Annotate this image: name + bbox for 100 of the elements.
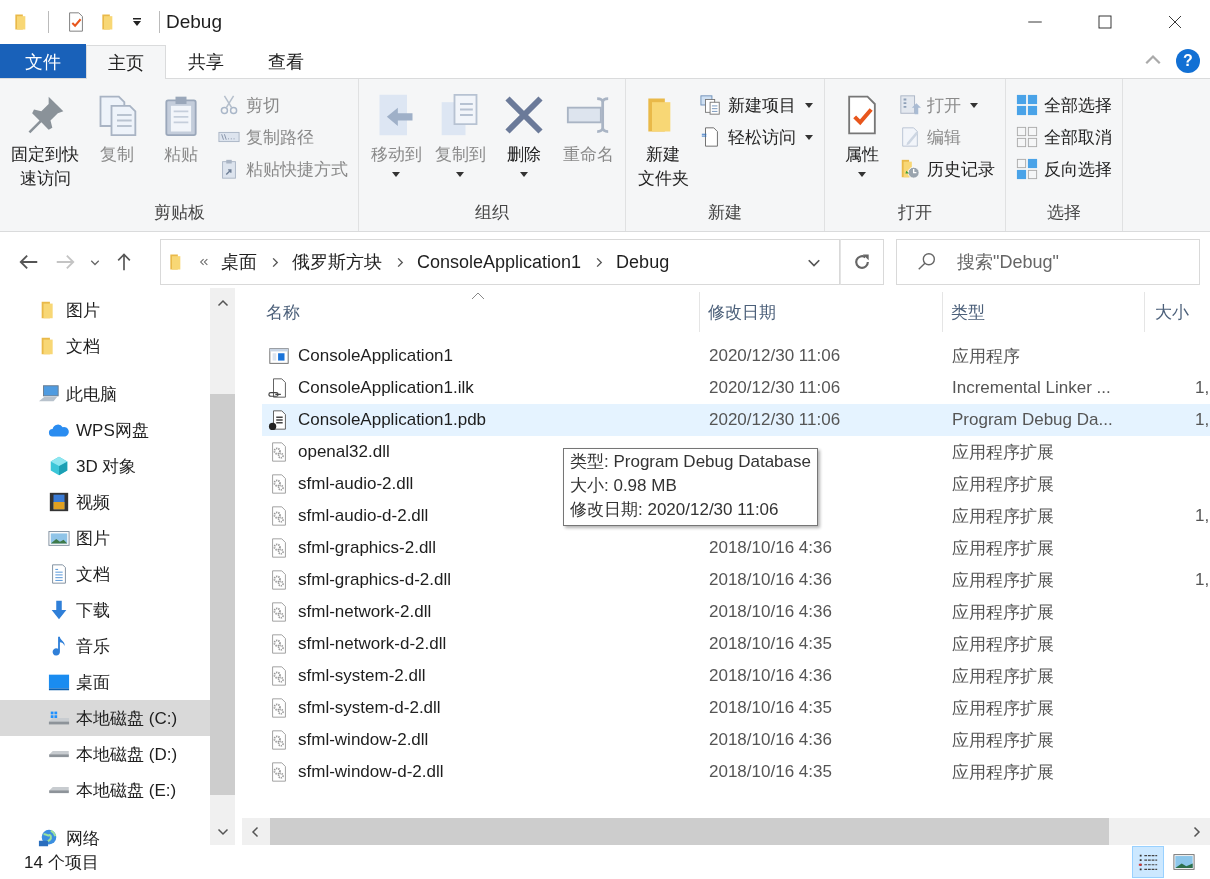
scrollbar-thumb[interactable] (210, 394, 235, 795)
date-cell: 2018/10/16 4:36 (709, 570, 832, 590)
column-header[interactable]: 修改日期 (700, 292, 943, 332)
breadcrumb[interactable]: Debug (616, 251, 670, 273)
type-cell-text: 应用程序扩展 (952, 601, 1054, 624)
caret-icon (131, 16, 143, 28)
ribbon-button[interactable]: 固定到快 速访问 (6, 85, 84, 193)
size-cell: 1, (1195, 506, 1210, 526)
view-button[interactable] (1132, 846, 1164, 878)
ribbon-button[interactable]: 全部取消 (1012, 121, 1116, 153)
file-name[interactable]: ConsoleApplication1.ilk (298, 378, 474, 398)
nav-item[interactable]: WPS网盘 (0, 412, 210, 448)
ribbon-button[interactable]: 删除 (493, 85, 555, 181)
breadcrumb[interactable]: ConsoleApplication1 (417, 251, 582, 273)
address-bar[interactable]: 桌面 俄罗斯方块 ConsoleApplication1 Debug (160, 239, 840, 285)
type-cell-text: 应用程序扩展 (952, 633, 1054, 656)
type-cell: Incremental Linker ... (952, 378, 1111, 398)
ribbon-button[interactable]: 反向选择 (1012, 153, 1116, 185)
group-label: 组织 (474, 202, 510, 224)
nav-item[interactable]: 下载 (0, 592, 210, 628)
ribbon-button[interactable]: 新建项目 (696, 89, 818, 121)
nav-item[interactable]: 视频 (0, 484, 210, 520)
file-name[interactable]: sfml-network-2.dll (298, 602, 432, 622)
ribbon-tab[interactable]: 主页 (86, 45, 166, 79)
nav-item[interactable]: 本地磁盘 (C:) (0, 700, 210, 736)
ribbon-tab[interactable]: 查看 (246, 44, 326, 78)
window-icon (268, 345, 290, 367)
breadcrumb[interactable]: 桌面 (221, 250, 257, 274)
nav-item[interactable]: 音乐 (0, 628, 210, 664)
date-cell: 2018/10/16 4:35 (709, 698, 832, 718)
nav-item[interactable]: 文档 (0, 556, 210, 592)
ribbon-tab[interactable]: 共享 (166, 44, 246, 78)
refresh-button[interactable] (840, 239, 884, 285)
column-header[interactable]: 大小 (1145, 292, 1210, 332)
type-cell-text: 应用程序扩展 (952, 473, 1054, 496)
chevron-down-icon[interactable] (90, 257, 100, 267)
column-header[interactable]: 名称 (242, 292, 700, 332)
refresh-icon (852, 252, 872, 272)
ribbon-button[interactable]: 全部选择 (1012, 89, 1116, 121)
file-name[interactable]: openal32.dll (298, 442, 390, 462)
help-button[interactable]: ? (1176, 49, 1200, 73)
history-icon (899, 158, 921, 180)
nav-item[interactable]: 3D 对象 (0, 448, 210, 484)
ribbon-button[interactable]: 属性 (831, 85, 893, 181)
file-name[interactable]: sfml-system-2.dll (298, 666, 426, 686)
drive-icon (48, 786, 70, 794)
nav-item[interactable]: 此电脑 (0, 376, 210, 412)
type-cell-text: 应用程序扩展 (952, 697, 1054, 720)
file-name[interactable]: ConsoleApplication1 (298, 346, 453, 366)
date-cell: 2018/10/16 4:35 (709, 634, 832, 654)
type-cell: Program Debug Da... (952, 410, 1113, 430)
close-icon[interactable] (1166, 13, 1184, 31)
file-menu-tab[interactable]: 文件 (0, 44, 86, 78)
group-label: 新建 (707, 202, 743, 224)
type-cell-text: 应用程序扩展 (952, 729, 1054, 752)
maximize-icon[interactable] (1096, 13, 1114, 31)
new-item-icon (700, 94, 722, 116)
group-label: 打开 (897, 202, 933, 224)
ribbon-button[interactable]: 历史记录 (895, 153, 999, 185)
file-name[interactable]: ConsoleApplication1.pdb (298, 410, 487, 430)
file-name[interactable]: sfml-network-d-2.dll (298, 634, 447, 654)
date-cell: 2018/10/16 4:36 (709, 602, 832, 622)
group-label: 剪贴板 (152, 202, 206, 224)
date-cell: 2018/10/16 4:36 (709, 730, 832, 750)
nav-item[interactable]: 图片 (0, 520, 210, 556)
file-name[interactable]: sfml-window-2.dll (298, 730, 429, 750)
file-name[interactable]: sfml-audio-2.dll (298, 474, 414, 494)
tooltip-line: 修改日期: 2020/12/30 11:06 (570, 499, 780, 521)
search-icon (916, 251, 938, 273)
scrollbar-thumb[interactable] (270, 818, 1109, 845)
search-field[interactable]: 搜索"Debug" (896, 239, 1200, 285)
nav-item[interactable]: 本地磁盘 (E:) (0, 772, 210, 808)
size-cell: 1, (1195, 410, 1210, 430)
type-cell-text: 应用程序扩展 (952, 665, 1054, 688)
selected-row[interactable]: ConsoleApplication1.pdb 2020/12/30 11:06 Program Debug Da... 1, (262, 404, 1210, 436)
column-header[interactable]: 类型 (943, 292, 1145, 332)
file-name[interactable]: sfml-graphics-2.dll (298, 538, 436, 558)
large-icons-view-icon (1173, 851, 1195, 873)
grid-icon (1016, 94, 1038, 116)
item-count: 14 个项目 (24, 851, 99, 874)
double-chevron-left-icon (199, 257, 209, 267)
grid-icon (1016, 126, 1038, 148)
type-cell-text: 应用程序扩展 (952, 761, 1054, 784)
ribbon-button[interactable]: 新建 文件夹 (632, 85, 694, 193)
file-name[interactable]: sfml-audio-d-2.dll (298, 506, 429, 526)
file-name[interactable]: sfml-system-d-2.dll (298, 698, 441, 718)
nav-item[interactable]: 文档 (0, 328, 210, 364)
ribbon-button[interactable]: 轻松访问 (696, 121, 818, 153)
file-name[interactable]: sfml-window-d-2.dll (298, 762, 444, 782)
breadcrumb[interactable]: 俄罗斯方块 (292, 250, 382, 274)
nav-item[interactable]: 图片 (0, 292, 210, 328)
nav-item[interactable]: 本地磁盘 (D:) (0, 736, 210, 772)
nav-item[interactable]: 桌面 (0, 664, 210, 700)
file-name[interactable]: sfml-graphics-d-2.dll (298, 570, 452, 590)
type-cell-text: 应用程序扩展 (952, 537, 1054, 560)
date-cell: 2018/10/16 4:36 (709, 538, 832, 558)
size-cell: 1, (1195, 570, 1210, 590)
type-cell-text: 应用程序 (952, 345, 1020, 368)
tooltip-line: 类型: Program Debug Database (570, 451, 811, 473)
scissors-icon (218, 94, 240, 116)
